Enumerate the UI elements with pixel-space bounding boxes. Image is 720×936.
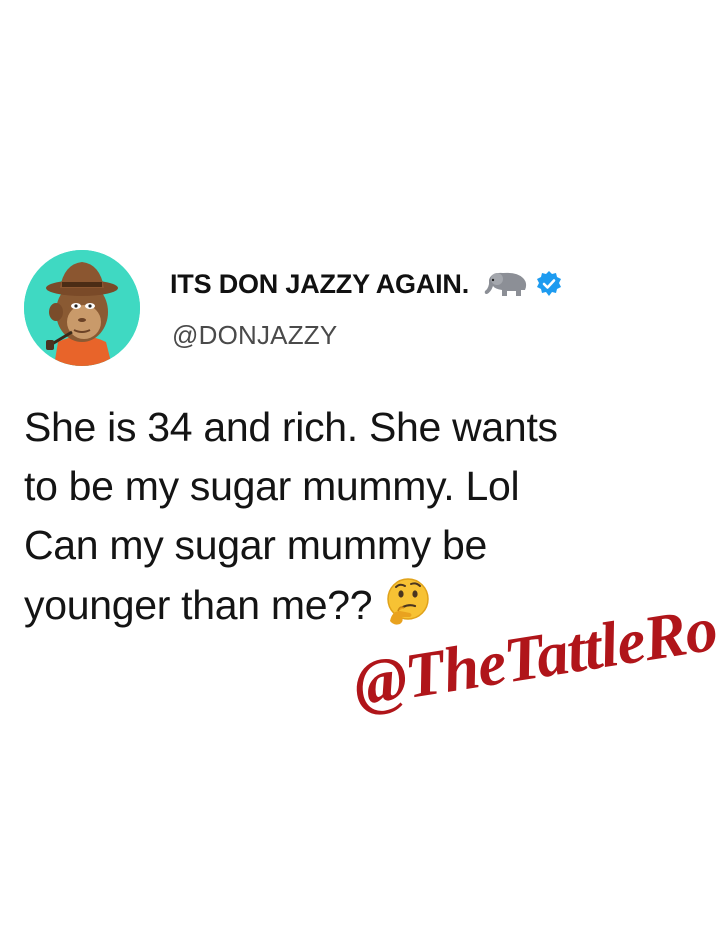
elephant-icon	[481, 270, 531, 298]
user-handle[interactable]: @DONJAZZY	[172, 320, 337, 351]
tweet-text-line: She is 34 and rich. She wants	[24, 404, 558, 450]
tweet-text-line: Can my sugar mummy be	[24, 522, 488, 568]
display-name[interactable]: ITS DON JAZZY AGAIN.	[170, 269, 469, 300]
display-name-row: ITS DON JAZZY AGAIN.	[170, 266, 563, 302]
avatar[interactable]	[24, 250, 140, 366]
tweet-text-line: to be my sugar mummy. Lol	[24, 463, 520, 509]
thinking-face-icon	[382, 575, 434, 627]
tweet-text-line: younger than me??	[24, 582, 373, 628]
ape-avatar-icon	[24, 250, 140, 366]
tweet-card: ITS DON JAZZY AGAIN. @DONJAZZY She is 34…	[0, 0, 720, 936]
verified-badge-icon	[535, 270, 563, 298]
tweet-text: She is 34 and rich. She wants to be my s…	[24, 398, 720, 635]
